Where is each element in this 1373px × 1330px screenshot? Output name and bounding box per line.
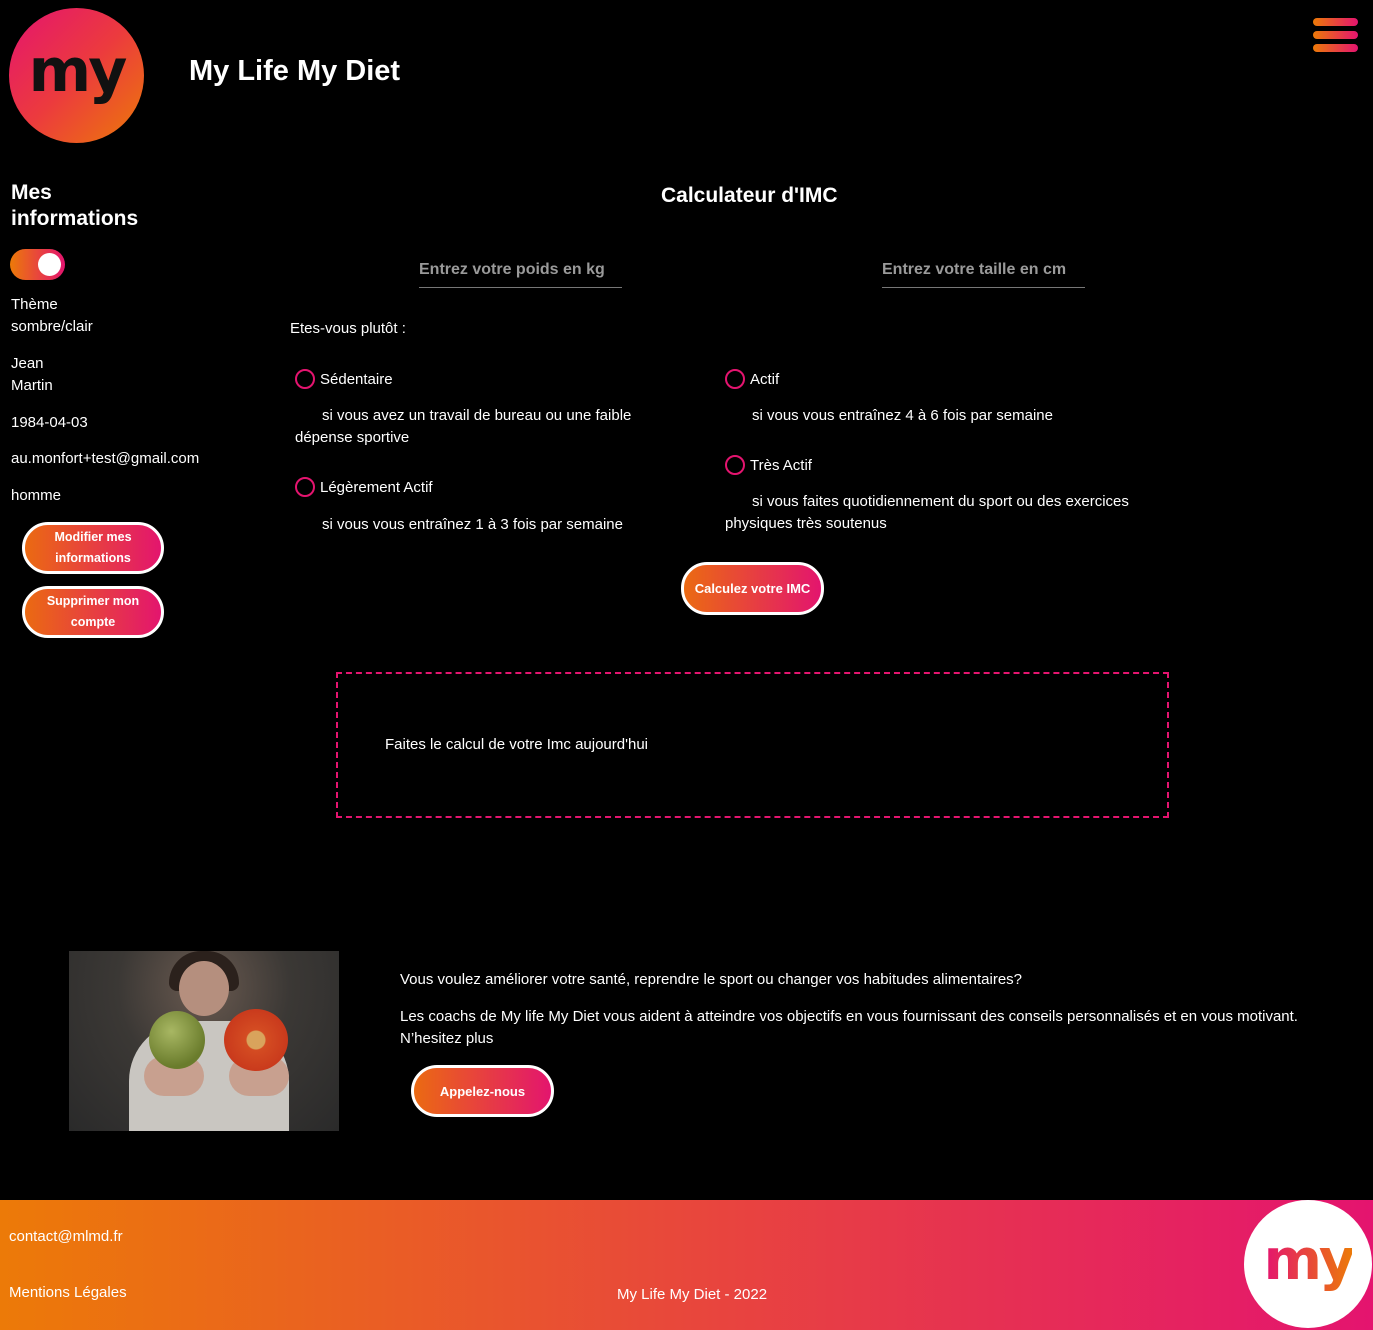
delete-account-button[interactable]: Supprimer mon compte <box>22 586 164 638</box>
theme-label: Thème sombre/clair <box>11 296 93 335</box>
activity-question: Etes-vous plutôt : <box>290 320 406 337</box>
option-legerement-actif[interactable]: Légèrement Actif <box>295 477 433 497</box>
user-birthdate: 1984-04-03 <box>11 414 88 431</box>
logo-text: my <box>28 35 128 106</box>
promo-paragraph-2: Les coachs de My life My Diet vous aiden… <box>400 1008 1298 1047</box>
option-description: si vous vous entraînez 1 à 3 fois par se… <box>322 516 623 533</box>
user-first-name: Jean <box>11 355 44 372</box>
bmi-result-text: Faites le calcul de votre Imc aujourd'hu… <box>385 736 648 753</box>
user-email: au.monfort+test@gmail.com <box>11 450 200 467</box>
option-description: si vous avez un travail de bureau ou une… <box>295 407 632 446</box>
promo-paragraph-1: Vous voulez améliorer votre santé, repre… <box>400 971 1023 988</box>
user-gender: homme <box>11 487 62 504</box>
theme-toggle[interactable] <box>10 249 65 280</box>
site-logo[interactable]: my <box>9 8 144 143</box>
footer: contact@mlmd.fr Mentions Légales My Life… <box>0 1200 1373 1330</box>
height-input[interactable] <box>882 252 1085 288</box>
toggle-knob <box>38 253 61 276</box>
option-label: Très Actif <box>750 456 812 474</box>
bmi-result-box: Faites le calcul de votre Imc aujourd'hu… <box>336 672 1169 818</box>
option-sedentaire[interactable]: Sédentaire <box>295 369 393 389</box>
radio-sedentaire[interactable] <box>295 369 315 389</box>
option-description: si vous vous entraînez 4 à 6 fois par se… <box>752 407 1053 424</box>
option-actif[interactable]: Actif <box>725 369 779 389</box>
calculator-title: Calculateur d'IMC <box>661 184 838 207</box>
edit-info-button[interactable]: Modifier mes informations <box>22 522 164 574</box>
copyright-text: My Life My Diet - 2022 <box>617 1286 768 1303</box>
option-description: si vous faites quotidiennement du sport … <box>725 493 1129 532</box>
user-last-name: Martin <box>11 377 53 394</box>
calculate-bmi-button[interactable]: Calculez votre IMC <box>681 562 824 615</box>
legal-notice-link[interactable]: Mentions Légales <box>9 1284 127 1301</box>
contact-email-link[interactable]: contact@mlmd.fr <box>9 1228 123 1245</box>
option-tres-actif[interactable]: Très Actif <box>725 455 812 475</box>
hamburger-menu-icon[interactable] <box>1313 18 1358 52</box>
footer-logo[interactable]: my <box>1244 1200 1372 1328</box>
sidebar-title: Mes informations <box>11 181 139 230</box>
option-label: Actif <box>750 370 780 388</box>
radio-tres-actif[interactable] <box>725 455 745 475</box>
site-title: My Life My Diet <box>189 55 401 87</box>
option-label: Sédentaire <box>320 370 393 388</box>
footer-logo-text: my <box>1263 1227 1356 1293</box>
call-us-button[interactable]: Appelez-nous <box>411 1065 554 1117</box>
weight-input[interactable] <box>419 252 622 288</box>
option-label: Légèrement Actif <box>320 478 433 496</box>
radio-legerement-actif[interactable] <box>295 477 315 497</box>
radio-actif[interactable] <box>725 369 745 389</box>
apple-donut-photo <box>69 951 339 1131</box>
